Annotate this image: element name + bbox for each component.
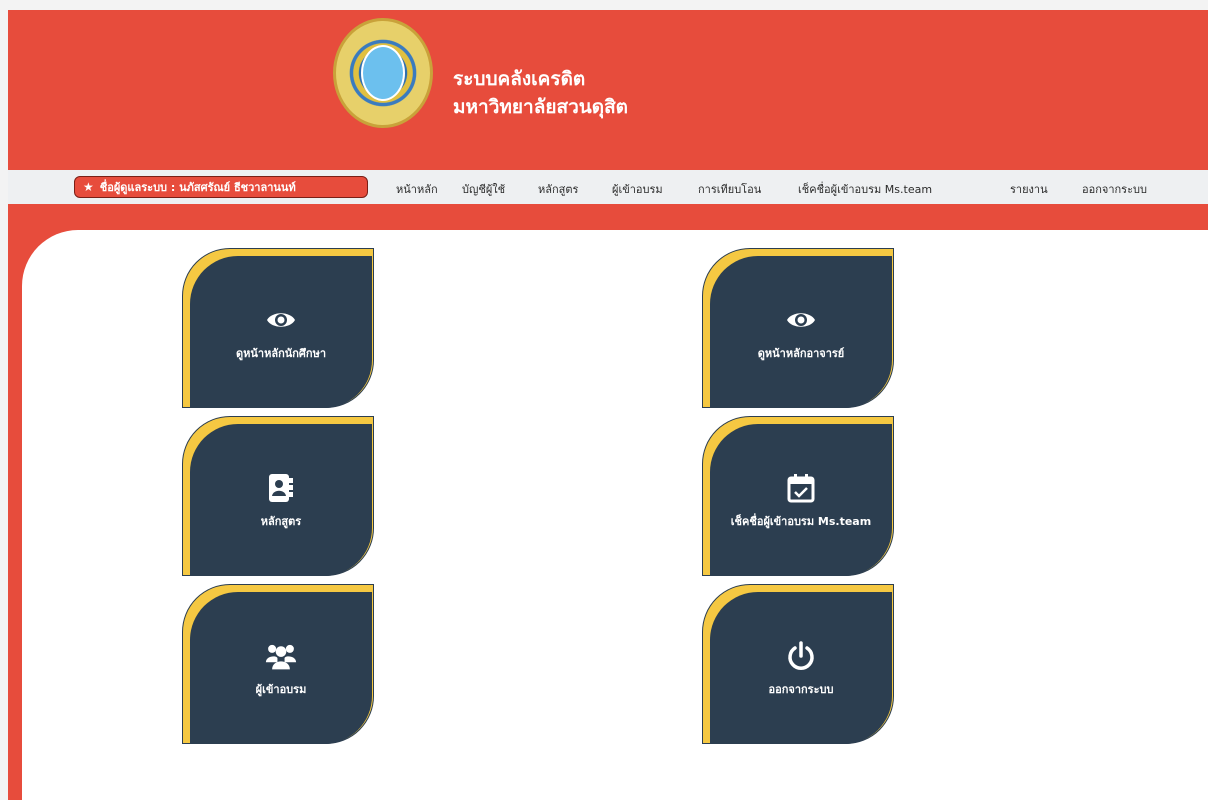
tile-label: ดูหน้าหลักนักศึกษา	[236, 346, 326, 360]
users-icon	[265, 640, 297, 672]
eye-icon	[265, 304, 297, 336]
address-book-icon	[265, 472, 297, 504]
tile-label: หลักสูตร	[260, 514, 302, 528]
logout-button[interactable]: ออกจากระบบ	[710, 592, 892, 744]
university-seal-logo	[333, 18, 433, 128]
site-title-line1: ระบบคลังเครดิต	[453, 68, 586, 90]
teacher-home-button[interactable]: ดูหน้าหลักอาจารย์	[710, 256, 892, 408]
calendar-check-icon	[785, 472, 817, 504]
eye-icon	[785, 304, 817, 336]
trainees-button[interactable]: ผู้เข้าอบรม	[190, 592, 372, 744]
ms-team-attendance-button[interactable]: เช็คชื่อผู้เข้าอบรม Ms.team	[710, 424, 892, 576]
tile-logout: ออกจากระบบ	[702, 584, 894, 746]
tile-teacher-home: ดูหน้าหลักอาจารย์	[702, 248, 894, 410]
tile-label: ออกจากระบบ	[768, 682, 834, 696]
nav-user-accounts[interactable]: บัญชีผู้ใช้	[462, 180, 505, 198]
nav-credit-transfer[interactable]: การเทียบโอน	[698, 180, 761, 198]
tile-label: ดูหน้าหลักอาจารย์	[757, 346, 845, 360]
admin-name-label: ชื่อผู้ดูแลระบบ : นภัสศรัณย์ ธีชวาลานนท์	[99, 181, 296, 194]
tile-courses: หลักสูตร	[182, 416, 374, 578]
nav-home[interactable]: หน้าหลัก	[396, 180, 438, 198]
nav-reports[interactable]: รายงาน	[1010, 180, 1048, 198]
site-title: ระบบคลังเครดิต มหาวิทยาลัยสวนดุสิต	[453, 65, 628, 121]
admin-name-badge[interactable]: ★ ชื่อผู้ดูแลระบบ : นภัสศรัณย์ ธีชวาลานน…	[74, 176, 368, 198]
page: ระบบคลังเครดิต มหาวิทยาลัยสวนดุสิต ★ ชื่…	[8, 10, 1208, 800]
courses-button[interactable]: หลักสูตร	[190, 424, 372, 576]
star-icon: ★	[83, 180, 94, 194]
tile-ms-team-attendance: เช็คชื่อผู้เข้าอบรม Ms.team	[702, 416, 894, 578]
dashboard-content: ดูหน้าหลักนักศึกษา ดูหน้าหลักอาจารย์ หลั…	[22, 230, 1208, 800]
header: ระบบคลังเครดิต มหาวิทยาลัยสวนดุสิต	[8, 10, 1208, 170]
power-icon	[785, 640, 817, 672]
nav-ms-team-attendance[interactable]: เช็คชื่อผู้เข้าอบรม Ms.team	[798, 180, 932, 198]
tile-label: ผู้เข้าอบรม	[255, 682, 307, 696]
nav-trainees[interactable]: ผู้เข้าอบรม	[612, 180, 663, 198]
nav-logout[interactable]: ออกจากระบบ	[1082, 180, 1147, 198]
tile-student-home: ดูหน้าหลักนักศึกษา	[182, 248, 374, 410]
tile-trainees: ผู้เข้าอบรม	[182, 584, 374, 746]
tile-label: เช็คชื่อผู้เข้าอบรม Ms.team	[730, 514, 872, 528]
site-title-line2: มหาวิทยาลัยสวนดุสิต	[453, 96, 629, 118]
top-nav: ★ ชื่อผู้ดูแลระบบ : นภัสศรัณย์ ธีชวาลานน…	[8, 170, 1208, 204]
student-home-button[interactable]: ดูหน้าหลักนักศึกษา	[190, 256, 372, 408]
nav-courses[interactable]: หลักสูตร	[538, 180, 578, 198]
